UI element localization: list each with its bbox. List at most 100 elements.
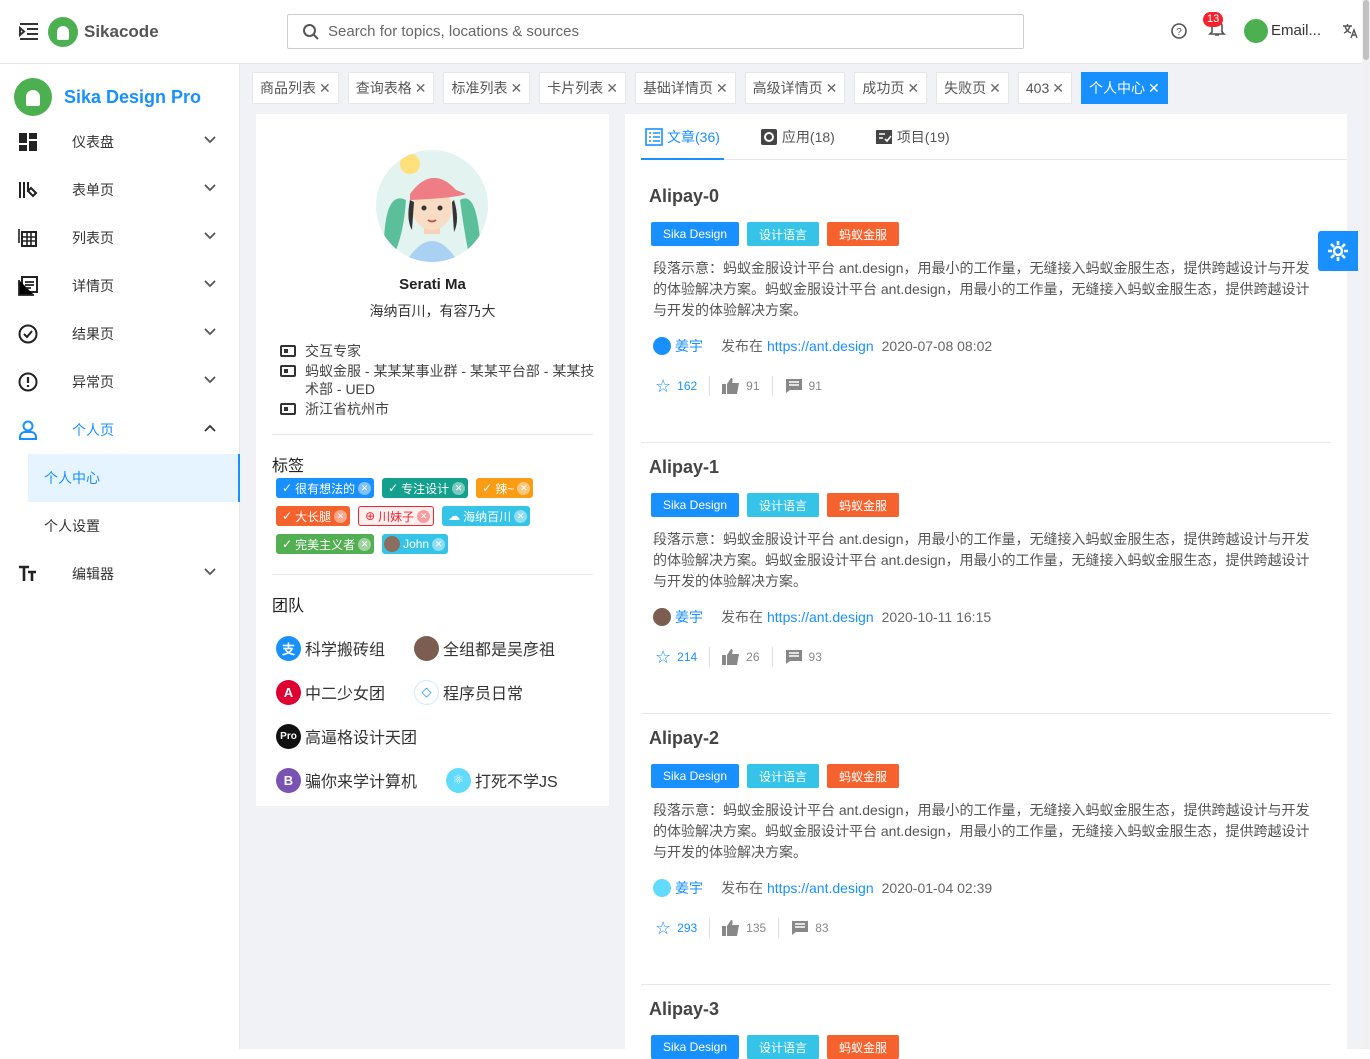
tab-label: 基础详情页 — [642, 80, 713, 96]
tab-403[interactable]: 403 ✕ — [1017, 72, 1072, 104]
tab-fail[interactable]: 失败页 ✕ — [936, 72, 1009, 104]
tab-card-list[interactable]: 卡片列表 ✕ — [539, 72, 626, 104]
sidebar-subitem-settings[interactable]: 个人设置 — [0, 502, 240, 550]
sidebar-item-list[interactable]: 列表页 — [0, 214, 240, 262]
team-item[interactable]: Pro 高逼格设计天团 — [276, 723, 418, 749]
chevron-down-icon — [204, 232, 216, 240]
team-item[interactable]: A 中二少女团 — [276, 679, 414, 705]
help-icon[interactable]: ? — [1170, 22, 1188, 40]
star-action[interactable]: ☆ 162 — [655, 376, 711, 396]
sidebar-item-result[interactable]: 结果页 — [0, 310, 240, 358]
article-author[interactable]: 姜宇 — [675, 607, 703, 627]
translate-icon[interactable] — [1341, 22, 1359, 40]
article-tags: Sika Design 设计语言 蚂蚁金服 — [651, 493, 900, 517]
article-title[interactable]: Alipay-3 — [649, 999, 719, 1020]
close-icon[interactable]: ✕ — [1148, 80, 1160, 97]
settings-drawer-button[interactable] — [1318, 231, 1358, 271]
search-box[interactable] — [287, 14, 1024, 49]
bootstrap-icon: B — [276, 767, 301, 793]
sidebar-item-editor[interactable]: 编辑器 — [0, 550, 240, 598]
close-icon[interactable]: ✕ — [415, 80, 427, 97]
star-count: 214 — [677, 650, 698, 664]
article-author[interactable]: 姜宇 — [675, 336, 703, 356]
close-circle-icon[interactable]: ✕ — [358, 537, 372, 551]
search-input[interactable] — [328, 23, 978, 40]
profile-org-row: 蚂蚁金服 - 某某某事业群 - 某某平台部 - 某某技术部 - UED — [280, 362, 595, 398]
tab-apps[interactable]: 应用(18) — [756, 114, 839, 159]
close-circle-icon[interactable]: ✕ — [514, 509, 528, 523]
close-icon[interactable]: ✕ — [989, 80, 1001, 97]
tag[interactable]: ✓ 大长腿 ✕ — [276, 506, 351, 526]
sidebar-item-account[interactable]: 个人页 — [0, 406, 240, 454]
tag[interactable]: ✓ 专注设计 ✕ — [382, 478, 469, 498]
tab-projects[interactable]: 项目(19) — [871, 114, 954, 159]
comment-action[interactable]: 93 — [785, 647, 834, 667]
tag[interactable]: ⊕ 川妹子 ✕ — [358, 506, 435, 526]
tab-articles[interactable]: 文章(36) — [641, 114, 724, 160]
scrollbar-thumb[interactable] — [1363, 0, 1369, 60]
close-circle-icon[interactable]: ✕ — [358, 481, 372, 495]
sidebar-brand[interactable]: Sika Design Pro — [14, 78, 201, 116]
star-action[interactable]: ☆ 293 — [655, 918, 711, 938]
tag[interactable]: ✓ 辣~ ✕ — [476, 478, 534, 498]
close-circle-icon[interactable]: ✕ — [432, 537, 446, 551]
close-circle-icon[interactable]: ✕ — [452, 481, 466, 495]
like-action[interactable]: 91 — [722, 376, 773, 396]
profile-title: 交互专家 — [305, 343, 361, 359]
author-avatar — [653, 608, 671, 626]
sidebar-subitem-center[interactable]: 个人中心 — [28, 454, 240, 502]
tag[interactable]: ☁ 海纳百川 ✕ — [442, 506, 531, 526]
team-item[interactable]: ⚛ 打死不学JS — [446, 767, 558, 793]
team-item[interactable]: 全组都是吴彦祖 — [414, 635, 556, 661]
close-icon[interactable]: ✕ — [319, 80, 331, 97]
tab-account-center[interactable]: 个人中心 ✕ — [1080, 72, 1168, 104]
tab-success[interactable]: 成功页 ✕ — [854, 72, 928, 104]
tab-product-list[interactable]: 商品列表 ✕ — [252, 72, 339, 104]
tab-basic-detail[interactable]: 基础详情页 ✕ — [634, 72, 736, 104]
brand[interactable]: Sikacode — [48, 17, 159, 47]
article-link[interactable]: https://ant.design — [767, 609, 874, 625]
article-link[interactable]: https://ant.design — [767, 880, 874, 896]
close-icon[interactable]: ✕ — [1052, 80, 1064, 97]
page-scrollbar[interactable] — [1362, 0, 1370, 1049]
sidebar-item-dashboard[interactable]: 仪表盘 — [0, 118, 240, 166]
like-action[interactable]: 135 — [722, 918, 780, 938]
sidebar-item-exception[interactable]: 异常页 — [0, 358, 240, 406]
article-link[interactable]: https://ant.design — [767, 338, 874, 354]
team-item[interactable]: 支科学搬砖组 — [276, 635, 414, 661]
article-author[interactable]: 姜宇 — [675, 878, 703, 898]
tab-standard-list[interactable]: 标准列表 ✕ — [443, 72, 531, 104]
close-icon[interactable]: ✕ — [826, 80, 838, 97]
team-item[interactable]: ◇ 程序员日常 — [414, 679, 523, 705]
sidebar-item-label: 详情页 — [72, 278, 114, 294]
menu-unfold-icon[interactable] — [18, 22, 40, 42]
team-name: 全组都是吴彦祖 — [443, 642, 556, 659]
tab-query-table[interactable]: 查询表格 ✕ — [347, 72, 435, 104]
close-icon[interactable]: ✕ — [606, 80, 618, 97]
like-action[interactable]: 26 — [722, 647, 773, 667]
comment-action[interactable]: 83 — [791, 918, 840, 938]
notification-bell[interactable]: 13 — [1203, 12, 1226, 43]
tag[interactable]: ✓ 很有想法的 ✕ — [276, 478, 375, 498]
tab-advanced-detail[interactable]: 高级详情页 ✕ — [744, 72, 846, 104]
star-action[interactable]: ☆ 214 — [655, 647, 711, 667]
sidebar-item-detail[interactable]: 详情页 — [0, 262, 240, 310]
close-circle-icon[interactable]: ✕ — [334, 509, 348, 523]
team-name: 骗你来学计算机 — [305, 774, 418, 791]
comment-action[interactable]: 91 — [785, 376, 834, 396]
user-menu[interactable]: Email... — [1244, 18, 1321, 43]
sidebar-item-form[interactable]: 表单页 — [0, 166, 240, 214]
tag[interactable]: ✓ 完美主义者 ✕ — [276, 534, 375, 554]
close-icon[interactable]: ✕ — [510, 80, 522, 97]
article-title[interactable]: Alipay-1 — [649, 457, 719, 478]
team-item[interactable]: B 骗你来学计算机 — [276, 767, 446, 793]
profile-title-row: 交互专家 — [280, 342, 595, 360]
article-title[interactable]: Alipay-2 — [649, 728, 719, 749]
close-circle-icon[interactable]: ✕ — [417, 509, 431, 523]
article-title[interactable]: Alipay-0 — [649, 186, 719, 207]
team-name: 高逼格设计天团 — [305, 730, 418, 747]
tag[interactable]: John ✕ — [382, 534, 449, 554]
close-icon[interactable]: ✕ — [907, 80, 919, 97]
close-circle-icon[interactable]: ✕ — [517, 481, 531, 495]
close-icon[interactable]: ✕ — [716, 80, 728, 97]
